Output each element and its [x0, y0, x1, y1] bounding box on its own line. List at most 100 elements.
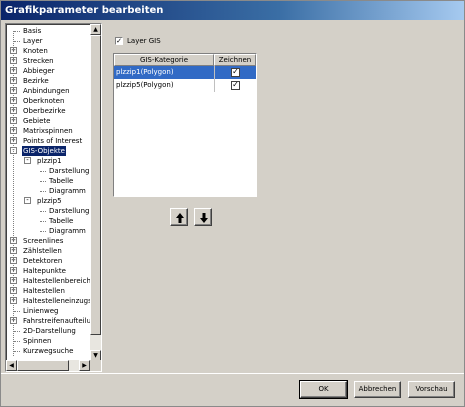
tree-item[interactable]: Tabelle	[6, 176, 90, 186]
tree-item-label: Anbindungen	[23, 87, 70, 95]
tree-item[interactable]: + Zählstellen	[6, 246, 90, 256]
header-zeichnen[interactable]: Zeichnen	[214, 54, 256, 66]
tree-item[interactable]: + Haltestelleneinzugsge	[6, 296, 101, 306]
tree-connector	[40, 171, 46, 172]
collapse-icon[interactable]: -	[24, 157, 31, 164]
scroll-thumb[interactable]	[90, 35, 101, 335]
tree-item[interactable]: Basis	[6, 26, 90, 36]
gis-kategorie-cell: plzzip5(Polygon)	[116, 81, 174, 89]
tree-connector	[14, 341, 20, 342]
tree-item[interactable]: Diagramm	[6, 186, 90, 196]
tree-item[interactable]: + Knoten	[6, 46, 90, 56]
tree-connector	[14, 31, 20, 32]
tree-item[interactable]: - plzzip5	[6, 196, 90, 206]
zeichnen-checkbox[interactable]: ✓	[231, 81, 240, 90]
ok-button[interactable]: OK	[299, 380, 348, 399]
tree-item-label: Zählstellen	[23, 247, 62, 255]
hscroll-thumb[interactable]	[17, 360, 69, 371]
tree-connector	[40, 221, 46, 222]
move-up-button[interactable]	[170, 208, 188, 226]
tree-item[interactable]: Linienweg	[6, 306, 90, 316]
gis-category-grid[interactable]: GIS-Kategorie Zeichnen plzzip1(Polygon) …	[113, 53, 257, 197]
tree-item[interactable]: + Abbieger	[6, 66, 90, 76]
scroll-left-icon[interactable]: ◀	[6, 360, 17, 371]
tree-connector	[40, 191, 46, 192]
tree-item[interactable]: Layer	[6, 36, 90, 46]
scroll-up-icon[interactable]: ▲	[90, 24, 101, 35]
grid-row[interactable]: plzzip1(Polygon) ✓	[114, 66, 256, 79]
tree-item[interactable]: Tabelle	[6, 216, 90, 226]
window-title: Grafikparameter bearbeiten	[1, 1, 464, 20]
dialog-window: Grafikparameter bearbeiten Basis Layer + Kn…	[0, 0, 465, 407]
tree-rows: Basis Layer + Knoten + Strecken + Abbieger + Bezi…	[6, 26, 101, 356]
cancel-button[interactable]: Abbrechen	[354, 381, 401, 398]
tree-item-label: Matrixspinnen	[23, 127, 73, 135]
tree-item-label: Basis	[23, 27, 42, 35]
tree-item[interactable]: + Detektoren	[6, 256, 90, 266]
tree-vertical-scrollbar[interactable]: ▲ ▼	[90, 24, 101, 361]
tree-item[interactable]: Spinnen	[6, 336, 90, 346]
tree-item[interactable]: Kurzwegsuche	[6, 346, 90, 356]
tree-item-label: Kurzwegsuche	[23, 347, 74, 355]
tree-item[interactable]: + Haltestellenbereiche	[6, 276, 95, 286]
tree-item[interactable]: + Screenlines	[6, 236, 90, 246]
scroll-right-icon[interactable]: ▶	[79, 360, 90, 371]
tree-item-label: plzzip1	[37, 157, 62, 165]
grid-header: GIS-Kategorie Zeichnen	[114, 54, 256, 66]
tree-item-label: Gebiete	[23, 117, 51, 125]
tree-item-label: Haltestellenbereiche	[23, 277, 96, 285]
tree-connector	[40, 181, 46, 182]
tree-item[interactable]: + Oberknoten	[6, 96, 90, 106]
tree-item-label: Diagramm	[49, 187, 86, 195]
tree-item[interactable]: + Oberbezirke	[6, 106, 90, 116]
tree-item-label: Spinnen	[23, 337, 52, 345]
tree-item-label: Haltepunkte	[23, 267, 66, 275]
tree-item-label: Layer	[23, 37, 43, 45]
tree-item-label: Oberbezirke	[23, 107, 66, 115]
tree-item[interactable]: + Points of Interest	[6, 136, 90, 146]
tree-item-label: Darstellung	[49, 207, 90, 215]
tree-connector	[14, 351, 20, 352]
tree-item[interactable]: - plzzip1	[6, 156, 90, 166]
arrow-up-icon	[176, 213, 184, 223]
column-divider	[214, 66, 215, 92]
tree-item[interactable]: + Anbindungen	[6, 86, 90, 96]
tree-item[interactable]: Darstellung	[6, 206, 90, 216]
tree-connector	[14, 311, 20, 312]
tree-horizontal-scrollbar[interactable]: ◀ ▶	[6, 360, 90, 371]
tree-connector	[14, 41, 20, 42]
tree-item[interactable]: + Gebiete	[6, 116, 90, 126]
tree-item[interactable]: + Matrixspinnen	[6, 126, 90, 136]
tree-item[interactable]: - GIS-Objekte	[6, 146, 90, 156]
tree-item-label: Knoten	[23, 47, 48, 55]
tree-item[interactable]: 2D-Darstellung	[6, 326, 90, 336]
tree-item[interactable]: + Haltepunkte	[6, 266, 90, 276]
zeichnen-checkbox[interactable]: ✓	[231, 68, 240, 77]
tree-item-label: Tabelle	[49, 217, 74, 225]
tree-item[interactable]: Darstellung	[6, 166, 90, 176]
tree-item[interactable]: + Fahrstreifenaufteilung	[6, 316, 100, 326]
footer-separator	[1, 373, 464, 374]
header-gis-kategorie[interactable]: GIS-Kategorie	[114, 54, 214, 66]
tree-item-label: Darstellung	[49, 167, 90, 175]
tree-item[interactable]: + Bezirke	[6, 76, 90, 86]
checkbox-icon[interactable]: ✓	[115, 37, 123, 45]
parameter-tree[interactable]: Basis Layer + Knoten + Strecken + Abbieger + Bezi…	[5, 23, 102, 372]
tree-item-label: Diagramm	[49, 227, 86, 235]
tree-item[interactable]: Diagramm	[6, 226, 90, 236]
collapse-icon[interactable]: -	[24, 197, 31, 204]
preview-button[interactable]: Vorschau	[408, 381, 455, 398]
tree-item-label: Oberknoten	[23, 97, 65, 105]
move-down-button[interactable]	[194, 208, 212, 226]
arrow-down-icon	[200, 213, 208, 223]
tree-item-label: Screenlines	[23, 237, 64, 245]
tree-connector	[40, 211, 46, 212]
grid-row[interactable]: plzzip5(Polygon) ✓	[114, 79, 256, 92]
tree-item-label: Linienweg	[23, 307, 59, 315]
tree-item-label: Strecken	[23, 57, 54, 65]
tree-item-label: Points of Interest	[23, 137, 83, 145]
tree-item[interactable]: + Haltestellen	[6, 286, 90, 296]
tree-item-label: 2D-Darstellung	[23, 327, 76, 335]
tree-connector	[40, 231, 46, 232]
tree-item[interactable]: + Strecken	[6, 56, 90, 66]
